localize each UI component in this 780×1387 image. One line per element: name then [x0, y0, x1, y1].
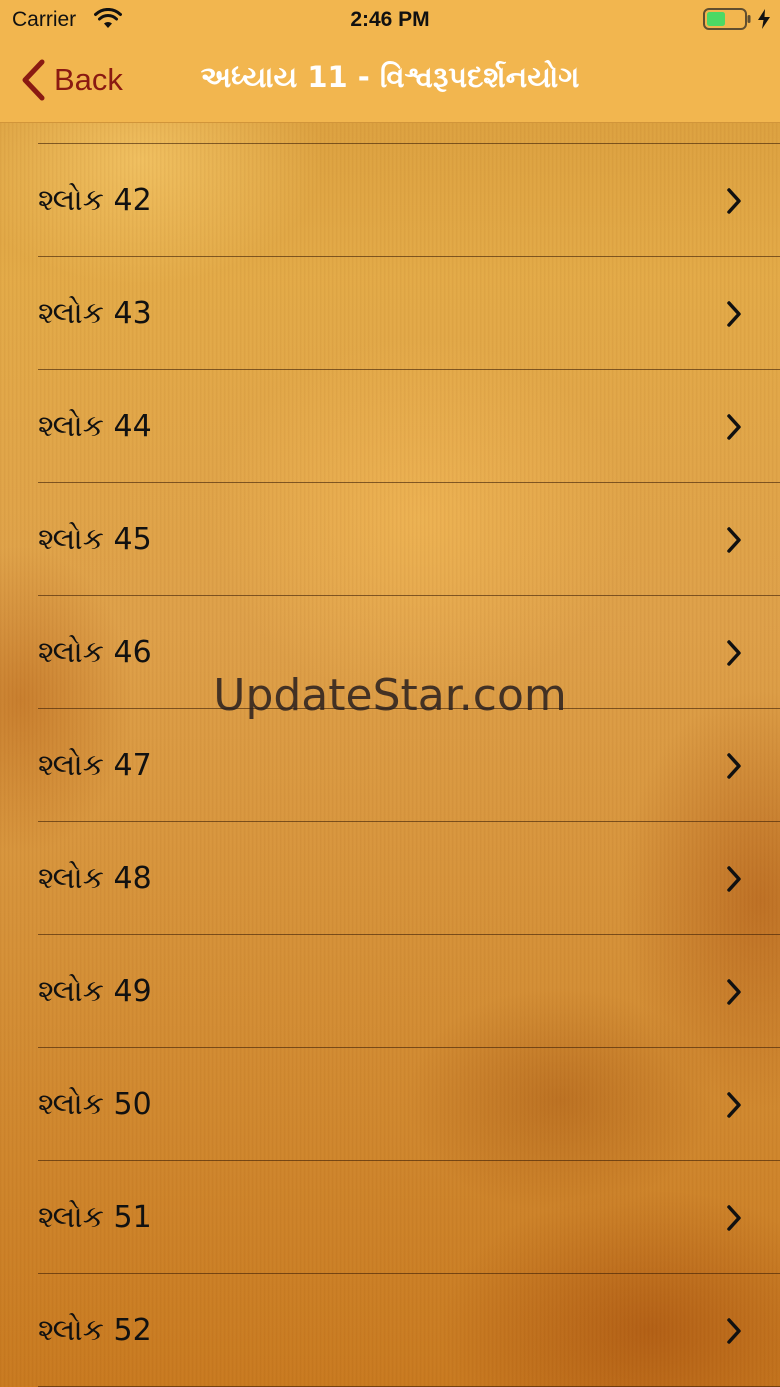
battery-charging-icon: [703, 8, 751, 30]
list-item-label: શ્લોક 43: [38, 296, 152, 331]
status-bar: Carrier 2:46 PM: [0, 0, 780, 40]
list-item-label: શ્લોક 49: [38, 974, 152, 1009]
page-title: અધ્યાય 11 - વિશ્વરૂપદર્શનયોગ: [200, 60, 580, 94]
list-item-label: શ્લોક 42: [38, 183, 152, 218]
list-item[interactable]: શ્લોક 47: [0, 709, 780, 822]
list-item[interactable]: શ્લોક 44: [0, 370, 780, 483]
chevron-right-icon: [727, 979, 741, 1005]
list-item-label: શ્લોક 47: [38, 748, 152, 783]
list-item-label: શ્લોક 50: [38, 1087, 152, 1122]
list-item[interactable]: શ્લોક 45: [0, 483, 780, 596]
list-item-label: શ્લોક 45: [38, 522, 152, 557]
chevron-right-icon: [727, 414, 741, 440]
list-item[interactable]: શ્લોક 43: [0, 257, 780, 370]
chevron-right-icon: [727, 753, 741, 779]
back-button[interactable]: Back: [20, 58, 123, 102]
list-item-label: શ્લોક 51: [38, 1200, 152, 1235]
list-item[interactable]: શ્લોક 52: [0, 1274, 780, 1387]
list-item-label: શ્લોક 52: [38, 1313, 152, 1348]
list-item-label: શ્લોક 46: [38, 635, 152, 670]
list-item[interactable]: શ્લોક 46: [0, 596, 780, 709]
list-item[interactable]: શ્લોક 51: [0, 1161, 780, 1274]
chevron-right-icon: [727, 527, 741, 553]
chevron-left-icon: [22, 59, 45, 101]
back-label: Back: [54, 62, 123, 97]
chevron-right-icon: [727, 1318, 741, 1344]
list-item[interactable]: શ્લોક 42: [0, 144, 780, 257]
list-item-label: શ્લોક 44: [38, 409, 152, 444]
list-item[interactable]: શ્લોક 49: [0, 935, 780, 1048]
chevron-right-icon: [727, 188, 741, 214]
chevron-right-icon: [727, 1092, 741, 1118]
list-item-label: શ્લોક 48: [38, 861, 152, 896]
chevron-right-icon: [727, 301, 741, 327]
list-item[interactable]: શ્લોક 50: [0, 1048, 780, 1161]
chevron-right-icon: [727, 866, 741, 892]
charging-bolt-icon: [758, 9, 770, 29]
chevron-right-icon: [727, 1205, 741, 1231]
chevron-right-icon: [727, 640, 741, 666]
list-item[interactable]: શ્લોક 48: [0, 822, 780, 935]
navigation-bar: Back અધ્યાય 11 - વિશ્વરૂપદર્શનયોગ: [0, 40, 780, 123]
status-time: 2:46 PM: [350, 8, 430, 31]
